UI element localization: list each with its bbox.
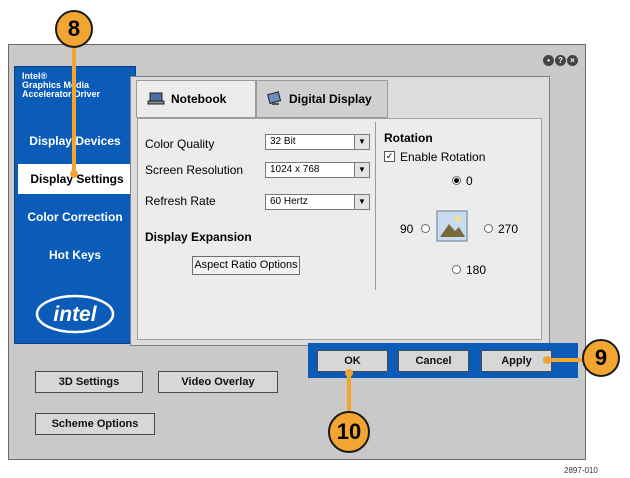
enable-rotation-label: Enable Rotation bbox=[400, 150, 486, 164]
callout-10-dot bbox=[345, 369, 353, 377]
sidebar-item-color-correction[interactable]: Color Correction bbox=[15, 204, 135, 230]
chevron-down-icon[interactable]: ▼ bbox=[354, 135, 369, 149]
3d-settings-button[interactable]: 3D Settings bbox=[35, 371, 143, 393]
screen-resolution-label: Screen Resolution bbox=[145, 163, 244, 177]
notebook-icon bbox=[147, 92, 165, 105]
callout-10-leader bbox=[347, 372, 351, 412]
rotation-270-radio[interactable] bbox=[484, 224, 493, 233]
tab-notebook[interactable]: Notebook bbox=[136, 80, 256, 118]
minimize-icon[interactable]: • bbox=[543, 55, 554, 66]
callout-9-leader bbox=[548, 358, 584, 362]
help-icon[interactable]: ? bbox=[555, 55, 566, 66]
rotation-180-label: 180 bbox=[466, 263, 487, 277]
chevron-down-icon[interactable]: ▼ bbox=[354, 163, 369, 177]
color-quality-label: Color Quality bbox=[145, 137, 215, 151]
rotation-270-label: 270 bbox=[498, 222, 519, 236]
callout-10: 10 bbox=[328, 411, 370, 453]
color-quality-select[interactable]: 32 Bit ▼ bbox=[265, 134, 370, 150]
intel-logo: intel bbox=[35, 294, 115, 334]
callout-9: 9 bbox=[582, 339, 620, 377]
rotation-180-radio[interactable] bbox=[452, 265, 461, 274]
sidebar-item-display-settings[interactable]: Display Settings bbox=[18, 164, 136, 194]
display-expansion-heading: Display Expansion bbox=[145, 230, 252, 244]
digital-display-icon bbox=[267, 91, 282, 105]
scheme-options-button[interactable]: Scheme Options bbox=[35, 413, 155, 435]
rotation-90-label: 90 bbox=[400, 222, 414, 236]
close-icon[interactable]: × bbox=[567, 55, 578, 66]
refresh-rate-label: Refresh Rate bbox=[145, 194, 216, 208]
figure-id: 2897-010 bbox=[564, 466, 598, 475]
divider bbox=[375, 122, 376, 290]
rotation-0-label: 0 bbox=[466, 174, 473, 188]
cancel-button[interactable]: Cancel bbox=[398, 350, 469, 372]
window-controls[interactable]: •? × bbox=[542, 50, 578, 68]
screen-resolution-select[interactable]: 1024 x 768 ▼ bbox=[265, 162, 370, 178]
video-overlay-button[interactable]: Video Overlay bbox=[158, 371, 278, 393]
refresh-rate-select[interactable]: 60 Hertz ▼ bbox=[265, 194, 370, 210]
screen-resolution-value: 1024 x 768 bbox=[270, 164, 320, 175]
refresh-rate-value: 60 Hertz bbox=[270, 196, 308, 207]
sidebar-item-hot-keys[interactable]: Hot Keys bbox=[15, 242, 135, 268]
rotation-90-radio[interactable] bbox=[421, 224, 430, 233]
apply-button[interactable]: Apply bbox=[481, 350, 552, 372]
ok-button[interactable]: OK bbox=[317, 350, 388, 372]
rotation-heading: Rotation bbox=[384, 131, 433, 145]
tab-digital-display[interactable]: Digital Display bbox=[256, 80, 388, 118]
brand-line-3: Accelerator Driver bbox=[22, 89, 101, 99]
rotation-0-radio[interactable] bbox=[452, 176, 461, 185]
tab-digital-display-label: Digital Display bbox=[289, 92, 372, 106]
color-quality-value: 32 Bit bbox=[270, 136, 296, 147]
tab-notebook-label: Notebook bbox=[171, 92, 227, 106]
callout-8-leader bbox=[72, 44, 76, 172]
callout-9-dot bbox=[543, 356, 551, 364]
callout-8-dot bbox=[70, 170, 78, 178]
enable-rotation-checkbox[interactable]: ✓ bbox=[384, 151, 395, 162]
callout-8: 8 bbox=[55, 10, 93, 48]
aspect-ratio-options-button[interactable]: Aspect Ratio Options bbox=[192, 256, 300, 275]
svg-text:intel: intel bbox=[53, 303, 97, 326]
rotation-preview-icon bbox=[436, 210, 468, 242]
chevron-down-icon[interactable]: ▼ bbox=[354, 195, 369, 209]
